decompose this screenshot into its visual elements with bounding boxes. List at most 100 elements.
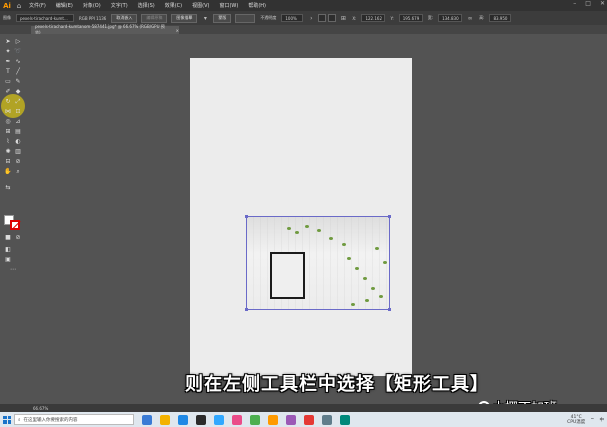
perspective-grid-tool-icon[interactable]: ⊿ — [14, 118, 22, 126]
premiere-icon[interactable] — [286, 414, 296, 425]
edit-original-button[interactable]: 编辑原稿 — [141, 13, 168, 23]
ivy-leaf — [347, 257, 351, 260]
selection-handle[interactable] — [388, 308, 391, 311]
rotate-tool-icon[interactable]: ↻ — [4, 98, 12, 106]
zoom-tool-icon[interactable]: ⌕ — [14, 168, 22, 176]
mesh-tool-icon[interactable]: ⊞ — [4, 128, 12, 136]
illustrator-icon[interactable] — [268, 414, 278, 425]
slice-tool-icon[interactable]: ⊘ — [14, 158, 22, 166]
height-field[interactable]: 83.950 — [489, 14, 512, 22]
menu-help[interactable]: 帮助(H) — [243, 2, 271, 9]
ime-indicator[interactable]: 中 — [600, 417, 605, 423]
menu-file[interactable]: 文件(F) — [24, 2, 51, 9]
rectangle-tool-icon[interactable]: ▭ — [4, 78, 12, 86]
eraser-tool-icon[interactable]: ◆ — [14, 88, 22, 96]
eyedropper-tool-icon[interactable]: ⌇ — [4, 138, 12, 146]
gradient-tool-icon[interactable]: ▤ — [14, 128, 22, 136]
drawing-mode-icon[interactable]: ◧ — [4, 246, 12, 254]
menu-window[interactable]: 窗口(W) — [214, 2, 243, 9]
shaper-tool-icon[interactable]: ✐ — [4, 88, 12, 96]
magic-wand-tool-icon[interactable]: ✦ — [4, 48, 12, 56]
menu-effect[interactable]: 效果(C) — [160, 2, 187, 9]
status-bar: 66.67% — [0, 404, 607, 412]
filename-field[interactable]: pexels-tirachard-kumt... — [16, 14, 74, 22]
distribute-icon[interactable] — [328, 14, 337, 22]
zoom-level[interactable]: 66.67% — [0, 406, 48, 411]
more-tools-icon[interactable]: ⋯ — [9, 266, 17, 274]
wechat-icon[interactable] — [250, 414, 260, 425]
app-icon[interactable] — [322, 414, 332, 425]
network-icon[interactable]: ⌔ — [590, 417, 594, 423]
taskbar-search-placeholder: 在这里输入你要搜索的内容 — [23, 417, 78, 423]
app-icon[interactable] — [232, 414, 242, 425]
menu-edit[interactable]: 编辑(E) — [51, 2, 78, 9]
file-explorer-icon[interactable] — [160, 414, 170, 425]
selection-handle[interactable] — [388, 215, 391, 218]
shape-builder-tool-icon[interactable]: ◎ — [4, 118, 12, 126]
symbol-sprayer-tool-icon[interactable]: ✺ — [4, 148, 12, 156]
width-field[interactable]: 134.830 — [438, 14, 463, 22]
menu-object[interactable]: 对象(O) — [78, 2, 106, 9]
app-icon[interactable] — [196, 414, 206, 425]
scale-tool-icon[interactable]: ⤢ — [14, 98, 22, 106]
free-transform-tool-icon[interactable]: ⊡ — [14, 108, 22, 116]
dropdown-icon[interactable]: ▾ — [201, 14, 209, 22]
hand-tool-icon[interactable]: ✋ — [4, 168, 12, 176]
opacity-field[interactable]: 100% — [281, 14, 304, 22]
x-field[interactable]: 122.162 — [361, 14, 386, 22]
type-tool-icon[interactable]: T — [4, 68, 12, 76]
start-button[interactable] — [0, 412, 14, 427]
mask-button[interactable]: 蒙版 — [213, 13, 232, 23]
artboard-tool-icon[interactable]: ⊟ — [4, 158, 12, 166]
paintbrush-tool-icon[interactable]: ✎ — [14, 78, 22, 86]
blend-tool-icon[interactable]: ◐ — [14, 138, 22, 146]
close-tab-icon[interactable]: × — [176, 28, 179, 33]
windows-taskbar: ⌕ 在这里输入你要搜索的内容 — [0, 412, 607, 427]
menu-type[interactable]: 文字(T) — [106, 2, 133, 9]
swap-colors-icon[interactable]: ⇆ — [4, 184, 12, 192]
selection-handle[interactable] — [245, 215, 248, 218]
align-icon[interactable] — [318, 14, 327, 22]
reference-point-icon[interactable]: ⊞ — [339, 14, 347, 22]
lasso-tool-icon[interactable]: ➰ — [14, 48, 22, 56]
app-icon[interactable] — [340, 414, 350, 425]
document-tab[interactable]: pexels-tirachard-kumtanom-587441.jpg* @ … — [31, 24, 179, 35]
menu-view[interactable]: 视图(V) — [187, 2, 214, 9]
ivy-leaf — [342, 243, 346, 246]
taskbar-search[interactable]: ⌕ 在这里输入你要搜索的内容 — [14, 414, 134, 425]
selection-handle[interactable] — [245, 308, 248, 311]
edge-icon[interactable] — [178, 414, 188, 425]
color-mode-icon[interactable]: ■ — [4, 234, 12, 242]
ivy-leaf — [375, 247, 379, 250]
maximize-icon[interactable]: □ — [585, 0, 591, 7]
direct-selection-tool-icon[interactable]: ▷ — [14, 38, 22, 46]
selection-tool-icon[interactable]: ➤ — [4, 38, 12, 46]
curvature-tool-icon[interactable]: ∿ — [14, 58, 22, 66]
column-graph-tool-icon[interactable]: ▥ — [14, 148, 22, 156]
placed-image[interactable] — [246, 216, 390, 310]
app-logo: Ai — [3, 1, 11, 10]
width-tool-icon[interactable]: ⋈ — [4, 108, 12, 116]
crop-button[interactable] — [235, 13, 256, 23]
ivy-leaf — [351, 303, 355, 306]
task-view-icon[interactable] — [142, 414, 152, 425]
link-icon[interactable]: ∞ — [466, 14, 474, 22]
menu-select[interactable]: 选择(S) — [133, 2, 160, 9]
tools-panel: ➤ ▷ ✦ ➰ ✒ ∿ T ╱ ▭ ✎ ✐ ◆ ↻ ⤢ ⋈ ⊡ ◎ ⊿ ⊞ ▤ … — [0, 34, 27, 394]
home-icon[interactable]: ⌂ — [14, 2, 24, 10]
stroke-swatch[interactable] — [10, 220, 20, 230]
close-icon[interactable]: ✕ — [600, 0, 605, 7]
y-field[interactable]: 195.679 — [398, 14, 423, 22]
line-tool-icon[interactable]: ╱ — [14, 68, 22, 76]
photoshop-icon[interactable] — [214, 414, 224, 425]
screen-mode-icon[interactable]: ▣ — [4, 256, 12, 264]
minimize-icon[interactable]: – — [573, 0, 576, 7]
pen-tool-icon[interactable]: ✒ — [4, 58, 12, 66]
none-color-icon[interactable]: ⊘ — [14, 234, 22, 242]
image-trace-button[interactable]: 图像描摹 — [171, 13, 198, 23]
cpu-temperature: 41°C CPU温度 — [567, 415, 585, 425]
menu-bar: Ai ⌂ 文件(F) 编辑(E) 对象(O) 文字(T) 选择(S) 效果(C)… — [0, 0, 607, 11]
unembed-button[interactable]: 取消嵌入 — [111, 13, 138, 23]
app-icon[interactable] — [304, 414, 314, 425]
chevron-right-icon[interactable]: › — [307, 14, 315, 22]
